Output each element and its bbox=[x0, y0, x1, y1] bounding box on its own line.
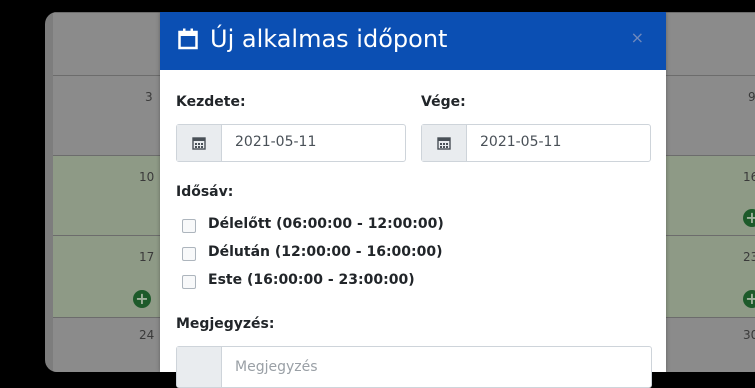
modal-header: Új alkalmas időpont × bbox=[160, 12, 666, 70]
modal-title: Új alkalmas időpont bbox=[210, 25, 448, 53]
date-addon bbox=[177, 125, 222, 161]
checkbox[interactable] bbox=[182, 247, 196, 261]
calendar-day-number: 30 bbox=[743, 328, 755, 342]
checkbox[interactable] bbox=[182, 275, 196, 289]
timeslot-option-label: Este (16:00:00 - 23:00:00) bbox=[208, 272, 415, 288]
calendar-day-number: 24 bbox=[139, 328, 155, 342]
calendar-small-icon bbox=[437, 137, 451, 150]
new-appointment-modal: Új alkalmas időpont × Kezdete: 2021-05-1… bbox=[160, 12, 666, 388]
note-addon bbox=[177, 347, 222, 387]
add-slot-icon[interactable]: + bbox=[133, 290, 151, 308]
checkbox[interactable] bbox=[182, 219, 196, 233]
add-slot-icon[interactable]: + bbox=[743, 209, 755, 227]
timeslot-option-label: Délután (12:00:00 - 16:00:00) bbox=[208, 244, 443, 260]
timeslot-label: Idősáv: bbox=[176, 184, 234, 200]
end-date-label: Vége: bbox=[421, 94, 466, 110]
calendar-day-number: 16 bbox=[743, 170, 755, 184]
start-date-label: Kezdete: bbox=[176, 94, 246, 110]
start-date-field[interactable]: 2021-05-11 bbox=[176, 124, 406, 162]
end-date-field[interactable]: 2021-05-11 bbox=[421, 124, 651, 162]
calendar-day-number: 23 bbox=[743, 250, 755, 264]
close-icon[interactable]: × bbox=[631, 28, 644, 47]
timeslot-option-label: Délelőtt (06:00:00 - 12:00:00) bbox=[208, 216, 444, 232]
date-addon bbox=[422, 125, 467, 161]
note-field[interactable] bbox=[176, 346, 652, 388]
note-label: Megjegyzés: bbox=[176, 316, 275, 332]
end-date-value: 2021-05-11 bbox=[480, 134, 562, 150]
calendar-icon bbox=[178, 28, 198, 50]
add-slot-icon[interactable]: + bbox=[743, 290, 755, 308]
start-date-value: 2021-05-11 bbox=[235, 134, 317, 150]
calendar-day-number: 9 bbox=[748, 90, 755, 104]
calendar-day-number: 3 bbox=[145, 90, 153, 104]
calendar-small-icon bbox=[192, 137, 206, 150]
calendar-day-number: 17 bbox=[139, 250, 155, 264]
calendar-day-number: 10 bbox=[139, 170, 155, 184]
note-input[interactable] bbox=[235, 359, 635, 375]
